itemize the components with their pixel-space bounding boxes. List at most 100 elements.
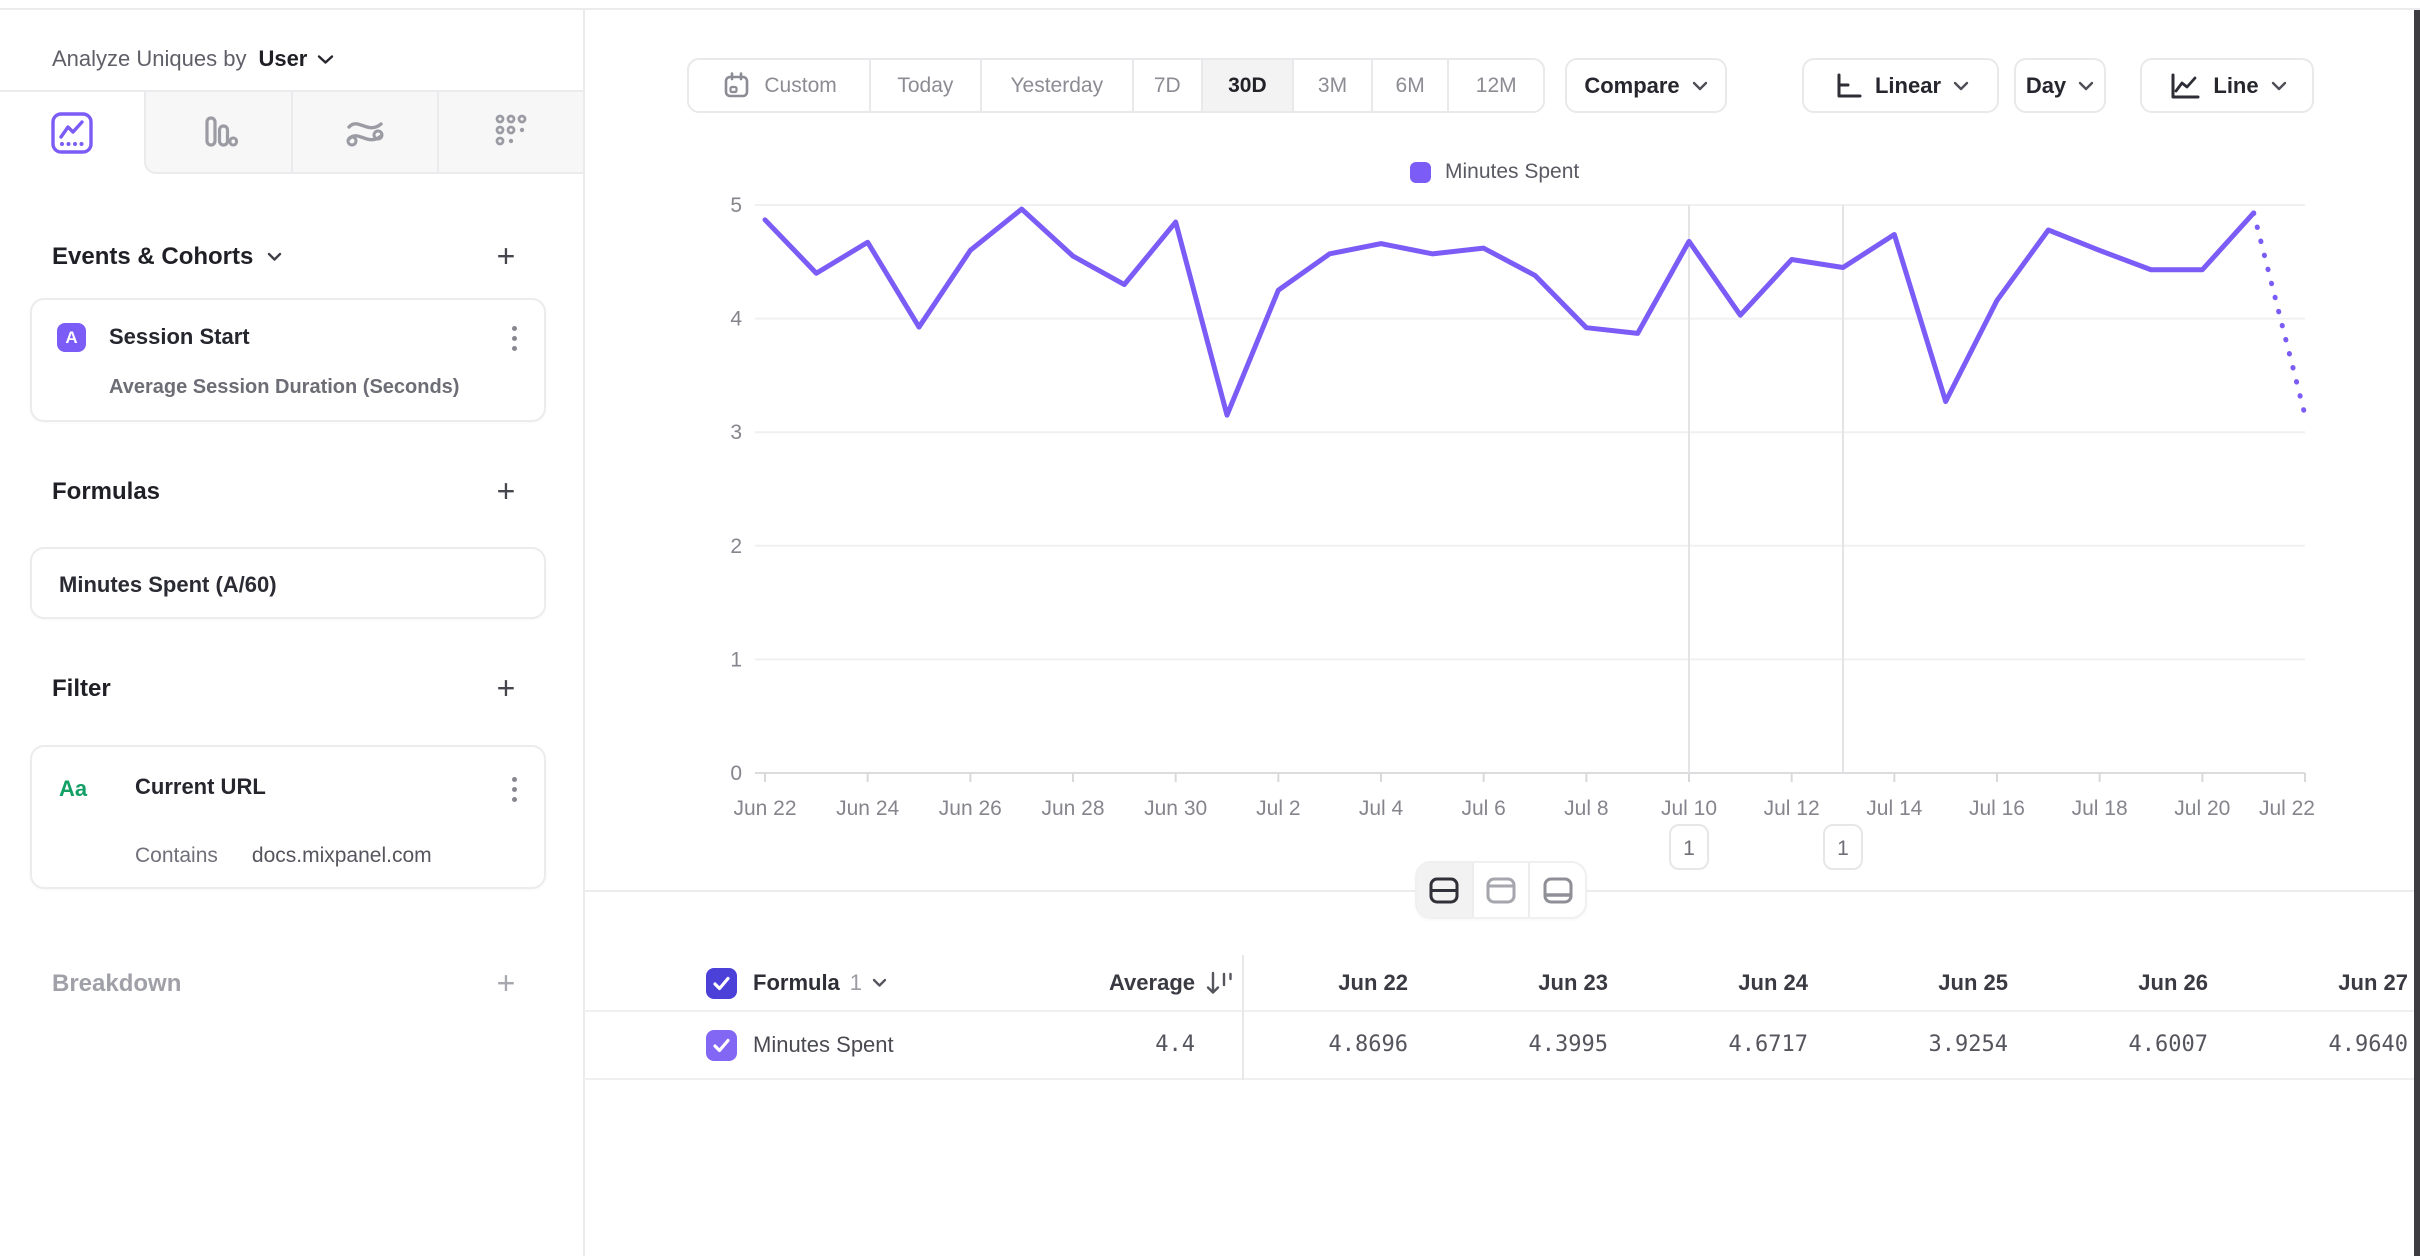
legend-label: Minutes Spent (1445, 160, 1579, 184)
breakdown-label: Breakdown (52, 970, 181, 998)
x-axis-tick-label: Jul 14 (1866, 797, 1922, 820)
date-range-today[interactable]: Today (869, 60, 979, 111)
filter-card-current-url[interactable]: Aa Current URL Contains docs.mixpanel.co… (30, 745, 546, 889)
interval-selector-button[interactable]: Day (2014, 58, 2106, 113)
table-date-column-header[interactable]: Jun 23 (1408, 970, 1608, 996)
x-axis-tick-label: Jul 4 (1359, 797, 1404, 820)
line-type-icon (2167, 71, 2201, 101)
table-value-cell: 4.6717 (1608, 1032, 1808, 1057)
date-range-6m[interactable]: 6M (1371, 60, 1448, 111)
chevron-down-icon (2078, 81, 2094, 91)
flows-icon (342, 109, 388, 155)
series-line-incomplete-segment[interactable] (2254, 213, 2305, 415)
date-range-label: 7D (1154, 74, 1181, 98)
line-chart-canvas[interactable]: 012345Jun 22Jun 24Jun 26Jun 28Jun 30Jul … (700, 195, 2360, 885)
annotation-badge[interactable]: 1 (1824, 825, 1862, 869)
chart-type-tabbar (0, 92, 583, 174)
average-column-header: Average (924, 970, 1195, 996)
view-layout-toggle (1415, 861, 1587, 919)
add-formula-button[interactable]: + (488, 473, 524, 509)
filter-kebab-menu[interactable] (510, 777, 518, 807)
chevron-down-icon (2271, 81, 2287, 91)
analyze-uniques-row: Analyze Uniques by User (52, 46, 334, 72)
mixpanel-insights-page: Analyze Uniques by User (0, 0, 2420, 1256)
select-all-checkbox[interactable] (706, 968, 737, 999)
x-axis-tick-label: Jun 24 (836, 797, 899, 820)
add-event-button[interactable]: + (488, 238, 524, 274)
events-cohorts-header[interactable]: Events & Cohorts (52, 243, 282, 271)
chevron-down-icon (317, 54, 334, 65)
table-value-cell: 4.3995 (1408, 1032, 1608, 1057)
line-chart-icon (49, 110, 95, 156)
y-axis-tick-label: 1 (730, 648, 742, 671)
annotation-badge[interactable]: 1 (1670, 825, 1708, 869)
table-date-column-header[interactable]: Jun 24 (1608, 970, 1808, 996)
table-row-minutes-spent[interactable]: Minutes Spent 4.4 4.86964.39954.67173.92… (584, 1012, 2420, 1080)
row-checkbox[interactable] (706, 1030, 737, 1061)
event-card-session-start[interactable]: A Session Start Average Session Duration… (30, 298, 546, 422)
chart-type-label: Line (2213, 73, 2258, 99)
date-range-label: 3M (1318, 74, 1347, 98)
tab-bar-chart[interactable] (144, 92, 290, 174)
event-kebab-menu[interactable] (510, 326, 518, 356)
table-date-column-header[interactable]: Jun 27 (2208, 970, 2408, 996)
chevron-down-icon (1953, 81, 1969, 91)
tab-insights-line-chart[interactable] (0, 92, 144, 174)
split-view-icon (1427, 875, 1461, 906)
date-range-label: 30D (1228, 74, 1267, 98)
svg-text:1: 1 (1837, 837, 1849, 860)
chart-type-selector-button[interactable]: Line (2140, 58, 2314, 113)
view-table-only-button[interactable] (1528, 863, 1585, 917)
view-split-button[interactable] (1417, 863, 1472, 917)
tab-flows-chart[interactable] (291, 92, 437, 174)
interval-label: Day (2026, 73, 2066, 99)
query-sidebar: Analyze Uniques by User (0, 10, 585, 1256)
analyze-uniques-dropdown[interactable]: User (258, 46, 334, 72)
table-header-row: Formula 1 Average Jun 22Jun 23Jun 24Jun … (584, 955, 2420, 1012)
view-chart-only-button[interactable] (1472, 863, 1529, 917)
y-axis-tick-label: 2 (730, 535, 742, 558)
date-range-yesterday[interactable]: Yesterday (980, 60, 1132, 111)
add-breakdown-button[interactable]: + (488, 965, 524, 1001)
chevron-down-icon (1692, 81, 1708, 91)
tab-retention-grid[interactable] (437, 92, 583, 174)
linear-scale-icon (1832, 71, 1863, 101)
date-range-7d[interactable]: 7D (1132, 60, 1201, 111)
add-filter-button[interactable]: + (488, 670, 524, 706)
table-date-column-header[interactable]: Jun 22 (1208, 970, 1408, 996)
x-axis-tick-label: Jun 28 (1041, 797, 1104, 820)
series-line-minutes-spent[interactable] (765, 209, 2254, 415)
compare-button[interactable]: Compare (1565, 58, 1727, 113)
filter-label: Filter (52, 675, 111, 703)
event-measurement[interactable]: Average Session Duration (Seconds) (109, 376, 459, 399)
formula-column-index: 1 (850, 970, 862, 996)
chart-view-icon (1484, 875, 1518, 906)
date-range-12m[interactable]: 12M (1447, 60, 1543, 111)
breakdown-header: Breakdown (52, 970, 181, 998)
check-icon (712, 976, 731, 991)
filter-value: docs.mixpanel.com (252, 844, 432, 868)
table-value-cell: 4.8696 (1208, 1032, 1408, 1057)
date-range-30d[interactable]: 30D (1201, 60, 1293, 111)
filter-condition[interactable]: Contains docs.mixpanel.com (135, 844, 432, 868)
scale-selector-button[interactable]: Linear (1802, 58, 1999, 113)
formula-column-dropdown[interactable]: Formula 1 (753, 970, 887, 996)
legend-item-minutes-spent[interactable]: Minutes Spent (1410, 160, 1579, 184)
analyze-uniques-value: User (258, 46, 307, 72)
formula-card[interactable]: Minutes Spent (A/60) (30, 547, 546, 619)
date-range-label: 6M (1396, 74, 1425, 98)
date-range-selector: CustomTodayYesterday 7D 30D 3M 6M 12M (687, 58, 1545, 113)
legend-swatch (1410, 162, 1431, 183)
table-date-column-header[interactable]: Jun 25 (1808, 970, 2008, 996)
date-range-3m[interactable]: 3M (1292, 60, 1371, 111)
y-axis-tick-label: 5 (730, 195, 742, 217)
date-range-custom[interactable]: Custom (689, 60, 869, 111)
table-value-cell: 4.9640 (2208, 1032, 2408, 1057)
table-date-column-header[interactable]: Jun 26 (2008, 970, 2208, 996)
bar-chart-icon (195, 109, 241, 155)
y-axis-tick-label: 3 (730, 421, 742, 444)
x-axis-tick-label: Jun 22 (733, 797, 796, 820)
analyze-uniques-label: Analyze Uniques by (52, 46, 246, 72)
vertical-scrollbar[interactable] (2414, 10, 2420, 1256)
x-axis-tick-label: Jul 2 (1256, 797, 1300, 820)
